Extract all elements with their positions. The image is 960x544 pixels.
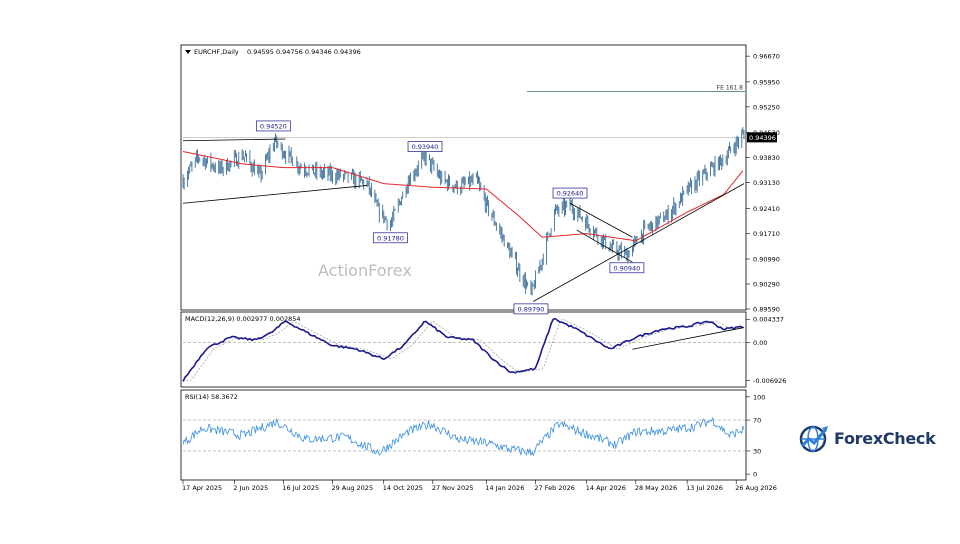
macd-tick-label: 0.004337	[753, 316, 784, 324]
watermark-text: ActionForex	[318, 261, 412, 280]
x-tick-label: 16 Jul 2025	[282, 484, 319, 492]
fe-level-label: FE 161.8	[717, 85, 744, 92]
price-label: 0.90940	[613, 264, 640, 272]
y-tick-label: 0.92410	[753, 205, 780, 213]
price-label: 0.94520	[260, 122, 287, 130]
x-tick-label: 2 Jun 2025	[233, 484, 268, 492]
rsi-tick-label: 0	[753, 471, 757, 479]
macd-panel-frame	[180, 311, 747, 388]
rsi-tick-label: 30	[753, 447, 761, 455]
price-label: 0.91780	[377, 234, 404, 242]
price-label: 0.89790	[518, 305, 545, 313]
x-tick-label: 13 Jul 2026	[686, 484, 723, 492]
chart-root: ActionForex EURCHF,Daily 0.94595 0.94756…	[0, 0, 960, 540]
x-tick-label: 14 Jan 2026	[485, 484, 524, 492]
rsi-tick-label: 70	[753, 417, 761, 425]
x-tick-label: 14 Apr 2026	[586, 484, 626, 492]
price-ohlc: 0.94595 0.94756 0.94346 0.94396	[247, 48, 361, 56]
brand-name: ForexCheck	[834, 428, 936, 448]
macd-tick-label: -0.006926	[753, 377, 786, 385]
y-tick-label: 0.95250	[753, 103, 780, 111]
x-tick-label: 26 Aug 2026	[735, 484, 777, 492]
y-tick-label: 0.89590	[753, 306, 780, 314]
price-title: EURCHF,Daily	[194, 48, 239, 56]
rsi-title: RSI(14) 58.3672	[185, 393, 238, 401]
y-tick-label: 0.93130	[753, 179, 780, 187]
rsi-tick-label: 100	[753, 393, 765, 401]
x-tick-label: 27 Nov 2025	[432, 484, 474, 492]
y-tick-label: 0.93830	[753, 154, 780, 162]
y-tick-label: 0.90990	[753, 256, 780, 264]
macd-tick-label: 0.00	[753, 339, 767, 347]
x-tick-label: 27 Feb 2026	[534, 484, 574, 492]
y-tick-label: 0.96670	[753, 53, 780, 61]
price-panel-frame	[180, 44, 747, 311]
x-tick-label: 29 Aug 2025	[331, 484, 373, 492]
price-label: 0.93940	[412, 143, 439, 151]
y-tick-label: 0.95950	[753, 78, 780, 86]
x-tick-label: 28 May 2026	[635, 484, 677, 492]
current-price-text: 0.94396	[749, 134, 776, 142]
x-tick-label: 17 Apr 2025	[182, 484, 222, 492]
x-tick-label: 14 Oct 2025	[383, 484, 423, 492]
x-axis: 17 Apr 2025 2 Jun 2025 16 Jul 2025 29 Aug 2…	[182, 480, 777, 492]
forexcheck-logo: ForexCheck	[798, 422, 936, 454]
y-tick-label: 0.90290	[753, 281, 780, 289]
chart-svg: ActionForex EURCHF,Daily 0.94595 0.94756…	[180, 44, 786, 492]
y-tick-label: 0.91710	[753, 230, 780, 238]
price-label: 0.92640	[557, 190, 584, 198]
rsi-panel-frame	[180, 389, 747, 481]
globe-chart-icon	[799, 425, 828, 453]
